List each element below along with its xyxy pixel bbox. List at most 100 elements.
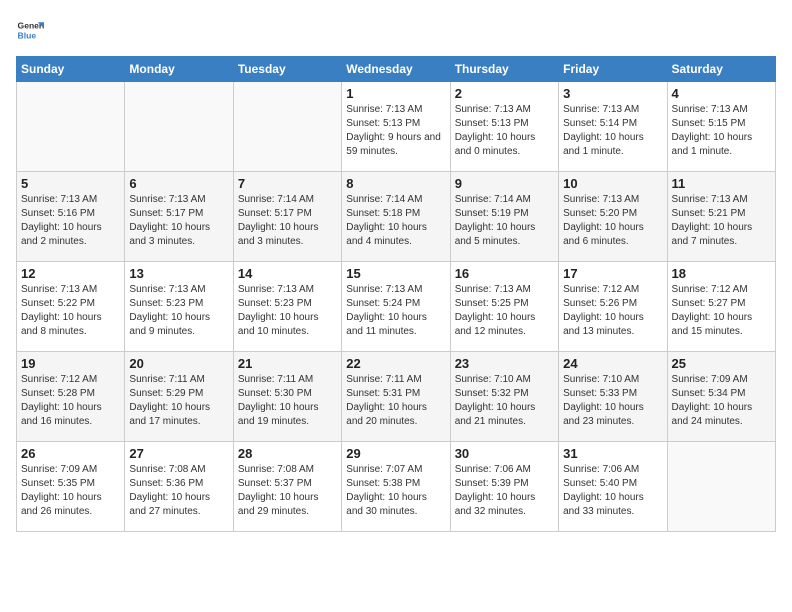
day-info: Sunrise: 7:13 AM Sunset: 5:13 PM Dayligh… bbox=[346, 103, 445, 159]
day-info: Sunrise: 7:12 AM Sunset: 5:26 PM Dayligh… bbox=[563, 283, 662, 339]
calendar-cell: 27Sunrise: 7:08 AM Sunset: 5:36 PM Dayli… bbox=[125, 442, 233, 532]
weekday-header-thursday: Thursday bbox=[450, 57, 558, 82]
calendar-cell: 3 Sunrise: 7:13 AM Sunset: 5:14 PM Daylig… bbox=[559, 82, 667, 172]
day-number: 31 bbox=[563, 446, 662, 461]
calendar-cell: 15 Sunrise: 7:13 AM Sunset: 5:24 PM Dayli… bbox=[342, 262, 450, 352]
day-info: Sunrise: 7:13 AM Sunset: 5:23 PM Dayligh… bbox=[238, 283, 337, 339]
day-info: Sunrise: 7:13 AM Sunset: 5:23 PM Dayligh… bbox=[129, 283, 228, 339]
day-number: 7 bbox=[238, 176, 337, 191]
day-number: 25 bbox=[672, 356, 771, 371]
day-info: Sunrise: 7:06 AM Sunset: 5:40 PM Dayligh… bbox=[563, 463, 662, 519]
day-number: 8 bbox=[346, 176, 445, 191]
day-info: Sunrise: 7:13 AM Sunset: 5:25 PM Dayligh… bbox=[455, 283, 554, 339]
calendar-cell: 12 Sunrise: 7:13 AM Sunset: 5:22 PM Dayli… bbox=[17, 262, 125, 352]
day-info: Sunrise: 7:10 AM Sunset: 5:33 PM Dayligh… bbox=[563, 373, 662, 429]
day-info: Sunrise: 7:11 AM Sunset: 5:30 PM Dayligh… bbox=[238, 373, 337, 429]
day-info: Sunrise: 7:13 AM Sunset: 5:22 PM Dayligh… bbox=[21, 283, 120, 339]
calendar-cell bbox=[17, 82, 125, 172]
calendar-cell: 8 Sunrise: 7:14 AM Sunset: 5:18 PM Daylig… bbox=[342, 172, 450, 262]
calendar-cell: 14 Sunrise: 7:13 AM Sunset: 5:23 PM Dayli… bbox=[233, 262, 341, 352]
weekday-header-tuesday: Tuesday bbox=[233, 57, 341, 82]
calendar-cell bbox=[125, 82, 233, 172]
day-number: 19 bbox=[21, 356, 120, 371]
calendar-cell: 18Sunrise: 7:12 AM Sunset: 5:27 PM Dayli… bbox=[667, 262, 775, 352]
day-info: Sunrise: 7:06 AM Sunset: 5:39 PM Dayligh… bbox=[455, 463, 554, 519]
day-number: 24 bbox=[563, 356, 662, 371]
weekday-header-wednesday: Wednesday bbox=[342, 57, 450, 82]
calendar-cell: 10 Sunrise: 7:13 AM Sunset: 5:20 PM Dayli… bbox=[559, 172, 667, 262]
day-info: Sunrise: 7:13 AM Sunset: 5:14 PM Dayligh… bbox=[563, 103, 662, 159]
calendar-cell: 17 Sunrise: 7:12 AM Sunset: 5:26 PM Dayli… bbox=[559, 262, 667, 352]
day-number: 26 bbox=[21, 446, 120, 461]
calendar-cell: 24 Sunrise: 7:10 AM Sunset: 5:33 PM Dayli… bbox=[559, 352, 667, 442]
logo: General Blue bbox=[16, 16, 44, 44]
day-info: Sunrise: 7:13 AM Sunset: 5:16 PM Dayligh… bbox=[21, 193, 120, 249]
day-info: Sunrise: 7:10 AM Sunset: 5:32 PM Dayligh… bbox=[455, 373, 554, 429]
day-number: 22 bbox=[346, 356, 445, 371]
day-number: 12 bbox=[21, 266, 120, 281]
day-number: 18 bbox=[672, 266, 771, 281]
weekday-header-sunday: Sunday bbox=[17, 57, 125, 82]
calendar-cell bbox=[233, 82, 341, 172]
day-number: 28 bbox=[238, 446, 337, 461]
day-info: Sunrise: 7:08 AM Sunset: 5:37 PM Dayligh… bbox=[238, 463, 337, 519]
day-info: Sunrise: 7:09 AM Sunset: 5:35 PM Dayligh… bbox=[21, 463, 120, 519]
calendar-cell: 6 Sunrise: 7:13 AM Sunset: 5:17 PM Daylig… bbox=[125, 172, 233, 262]
day-number: 14 bbox=[238, 266, 337, 281]
calendar-cell: 20 Sunrise: 7:11 AM Sunset: 5:29 PM Dayli… bbox=[125, 352, 233, 442]
weekday-header-monday: Monday bbox=[125, 57, 233, 82]
calendar-cell: 25Sunrise: 7:09 AM Sunset: 5:34 PM Dayli… bbox=[667, 352, 775, 442]
calendar-cell: 22 Sunrise: 7:11 AM Sunset: 5:31 PM Dayli… bbox=[342, 352, 450, 442]
day-number: 21 bbox=[238, 356, 337, 371]
calendar-cell: 31 Sunrise: 7:06 AM Sunset: 5:40 PM Dayli… bbox=[559, 442, 667, 532]
day-number: 16 bbox=[455, 266, 554, 281]
day-info: Sunrise: 7:07 AM Sunset: 5:38 PM Dayligh… bbox=[346, 463, 445, 519]
day-number: 4 bbox=[672, 86, 771, 101]
calendar-cell: 4 Sunrise: 7:13 AM Sunset: 5:15 PM Daylig… bbox=[667, 82, 775, 172]
day-number: 17 bbox=[563, 266, 662, 281]
calendar-cell: 1 Sunrise: 7:13 AM Sunset: 5:13 PM Daylig… bbox=[342, 82, 450, 172]
calendar-cell: 30Sunrise: 7:06 AM Sunset: 5:39 PM Dayli… bbox=[450, 442, 558, 532]
day-number: 5 bbox=[21, 176, 120, 191]
day-number: 10 bbox=[563, 176, 662, 191]
day-info: Sunrise: 7:08 AM Sunset: 5:36 PM Dayligh… bbox=[129, 463, 228, 519]
day-number: 9 bbox=[455, 176, 554, 191]
day-info: Sunrise: 7:13 AM Sunset: 5:21 PM Dayligh… bbox=[672, 193, 771, 249]
calendar-cell: 2Sunrise: 7:13 AM Sunset: 5:13 PM Daylig… bbox=[450, 82, 558, 172]
day-number: 15 bbox=[346, 266, 445, 281]
calendar-cell: 29 Sunrise: 7:07 AM Sunset: 5:38 PM Dayli… bbox=[342, 442, 450, 532]
calendar-cell: 28 Sunrise: 7:08 AM Sunset: 5:37 PM Dayli… bbox=[233, 442, 341, 532]
day-info: Sunrise: 7:13 AM Sunset: 5:15 PM Dayligh… bbox=[672, 103, 771, 159]
day-info: Sunrise: 7:11 AM Sunset: 5:31 PM Dayligh… bbox=[346, 373, 445, 429]
day-number: 29 bbox=[346, 446, 445, 461]
calendar-cell bbox=[667, 442, 775, 532]
day-number: 3 bbox=[563, 86, 662, 101]
day-number: 1 bbox=[346, 86, 445, 101]
calendar-cell: 26 Sunrise: 7:09 AM Sunset: 5:35 PM Dayli… bbox=[17, 442, 125, 532]
calendar-cell: 11 Sunrise: 7:13 AM Sunset: 5:21 PM Dayli… bbox=[667, 172, 775, 262]
logo-icon: General Blue bbox=[16, 16, 44, 44]
svg-text:Blue: Blue bbox=[18, 31, 37, 41]
page-header: General Blue bbox=[16, 16, 776, 44]
weekday-header-friday: Friday bbox=[559, 57, 667, 82]
calendar-cell: 16 Sunrise: 7:13 AM Sunset: 5:25 PM Dayli… bbox=[450, 262, 558, 352]
day-info: Sunrise: 7:13 AM Sunset: 5:24 PM Dayligh… bbox=[346, 283, 445, 339]
calendar-cell: 13Sunrise: 7:13 AM Sunset: 5:23 PM Dayli… bbox=[125, 262, 233, 352]
day-number: 23 bbox=[455, 356, 554, 371]
day-info: Sunrise: 7:14 AM Sunset: 5:18 PM Dayligh… bbox=[346, 193, 445, 249]
day-info: Sunrise: 7:13 AM Sunset: 5:17 PM Dayligh… bbox=[129, 193, 228, 249]
weekday-header-saturday: Saturday bbox=[667, 57, 775, 82]
calendar-cell: 23 Sunrise: 7:10 AM Sunset: 5:32 PM Dayli… bbox=[450, 352, 558, 442]
calendar-cell: 19 Sunrise: 7:12 AM Sunset: 5:28 PM Dayli… bbox=[17, 352, 125, 442]
day-number: 11 bbox=[672, 176, 771, 191]
day-info: Sunrise: 7:14 AM Sunset: 5:17 PM Dayligh… bbox=[238, 193, 337, 249]
day-number: 6 bbox=[129, 176, 228, 191]
day-info: Sunrise: 7:13 AM Sunset: 5:20 PM Dayligh… bbox=[563, 193, 662, 249]
svg-text:General: General bbox=[18, 20, 44, 30]
day-number: 20 bbox=[129, 356, 228, 371]
day-info: Sunrise: 7:12 AM Sunset: 5:28 PM Dayligh… bbox=[21, 373, 120, 429]
day-number: 2 bbox=[455, 86, 554, 101]
day-info: Sunrise: 7:14 AM Sunset: 5:19 PM Dayligh… bbox=[455, 193, 554, 249]
calendar-cell: 21 Sunrise: 7:11 AM Sunset: 5:30 PM Dayli… bbox=[233, 352, 341, 442]
day-info: Sunrise: 7:11 AM Sunset: 5:29 PM Dayligh… bbox=[129, 373, 228, 429]
